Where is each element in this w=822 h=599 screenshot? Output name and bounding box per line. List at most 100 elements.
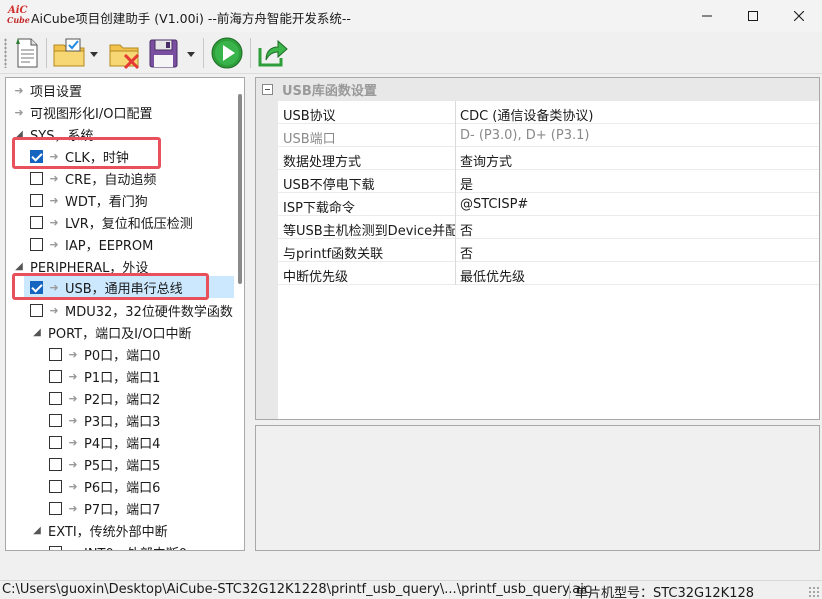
- toolbar-grip[interactable]: [4, 38, 7, 68]
- tree-item-mdu32[interactable]: ➜ MDU32，32位硬件数学函数: [30, 299, 233, 321]
- checkbox-mdu32[interactable]: [30, 303, 43, 317]
- resize-grip[interactable]: [808, 586, 820, 598]
- tree-item-int0[interactable]: ➜ INT0，外部中断0: [49, 541, 187, 550]
- tree-item-label: WDT，看门狗: [65, 194, 148, 210]
- property-value[interactable]: 否: [460, 220, 473, 239]
- collapse-icon[interactable]: [262, 84, 273, 95]
- open-project-button[interactable]: [52, 36, 98, 70]
- property-name: 数据处理方式: [283, 155, 362, 170]
- window-title: AiCube项目创建助手 (V1.00i) --前海方舟智能开发系统--: [31, 11, 351, 26]
- tree-leaf-arrow-icon: ➜: [49, 237, 59, 251]
- tree-item-io-config[interactable]: ➜ 可视图形化I/O口配置: [12, 101, 152, 123]
- tree-item-label: LVR，复位和低压检测: [65, 216, 193, 232]
- property-grid[interactable]: USB库函数设置 USB协议 CDC (通信设备类协议) USB端口 D- (P…: [255, 77, 820, 420]
- close-icon: [794, 11, 804, 21]
- tree-leaf-arrow-icon: ➜: [68, 501, 78, 515]
- tree-leaf-arrow-icon: ➜: [68, 457, 78, 471]
- checkbox-p4[interactable]: [49, 435, 62, 449]
- checkbox-p3[interactable]: [49, 413, 62, 427]
- maximize-button[interactable]: [730, 0, 776, 32]
- tree-item-p5[interactable]: ➜ P5口，端口5: [49, 453, 160, 475]
- tree-group-exti[interactable]: ◢ EXTI，传统外部中断: [30, 519, 168, 541]
- checkbox-p0[interactable]: [49, 347, 62, 361]
- tree-item-iap[interactable]: ➜ IAP，EEPROM: [30, 233, 153, 255]
- tree-item-p1[interactable]: ➜ P1口，端口1: [49, 365, 160, 387]
- tree-item-label: P3口，端口3: [84, 414, 161, 430]
- checkbox-iap[interactable]: [30, 237, 43, 251]
- tree-item-label: P4口，端口4: [84, 436, 161, 452]
- minimize-button[interactable]: [684, 0, 730, 32]
- tree-item-label: 项目设置: [30, 84, 83, 100]
- tree-item-p3[interactable]: ➜ P3口，端口3: [49, 409, 160, 431]
- expand-arrow-icon[interactable]: ◢: [12, 261, 26, 272]
- new-project-button[interactable]: [12, 36, 42, 70]
- checkbox-p1[interactable]: [49, 369, 62, 383]
- property-category[interactable]: USB库函数设置: [256, 78, 819, 101]
- checkbox-int0[interactable]: [49, 545, 62, 550]
- save-button[interactable]: [147, 36, 197, 70]
- checkbox-lvr[interactable]: [30, 215, 43, 229]
- property-row-usb-port[interactable]: USB端口 D- (P3.0), D+ (P3.1): [278, 124, 819, 147]
- property-value[interactable]: @STCISP#: [460, 197, 528, 212]
- export-icon: [258, 39, 288, 67]
- property-value[interactable]: 是: [460, 174, 473, 193]
- close-project-button[interactable]: [108, 36, 142, 70]
- tree-leaf-arrow-icon: ➜: [68, 479, 78, 493]
- checkbox-p5[interactable]: [49, 457, 62, 471]
- property-row-wait-host[interactable]: 等USB主机检测到Device并配置完成 否: [278, 216, 819, 239]
- highlight-box-usb: [12, 273, 209, 300]
- tree-item-p0[interactable]: ➜ P0口，端口0: [49, 343, 160, 365]
- status-bar: C:\Users\guoxin\Desktop\AiCube-STC32G12K…: [0, 580, 822, 599]
- property-value[interactable]: CDC (通信设备类协议): [460, 105, 593, 124]
- checkbox-p7[interactable]: [49, 501, 62, 515]
- property-row-irq-priority[interactable]: 中断优先级 最低优先级: [278, 262, 819, 285]
- run-button[interactable]: [209, 36, 245, 70]
- checkbox-wdt[interactable]: [30, 193, 43, 207]
- tree-item-lvr[interactable]: ➜ LVR，复位和低压检测: [30, 211, 193, 233]
- checkbox-p2[interactable]: [49, 391, 62, 405]
- close-button[interactable]: [776, 0, 822, 32]
- tree-group-port[interactable]: ◢ PORT，端口及I/O口中断: [30, 321, 191, 343]
- property-row-usb-download[interactable]: USB不停电下载 是: [278, 170, 819, 193]
- chevron-down-icon[interactable]: [187, 52, 195, 57]
- toolbar-separator: [203, 38, 204, 68]
- tree-item-p6[interactable]: ➜ P6口，端口6: [49, 475, 160, 497]
- tree-item-label: P6口，端口6: [84, 480, 161, 496]
- minimize-icon: [702, 15, 712, 17]
- tree-leaf-arrow-icon: ➜: [68, 369, 78, 383]
- expand-arrow-icon[interactable]: ◢: [30, 525, 44, 536]
- tree-leaf-arrow-icon: ➜: [14, 83, 24, 97]
- property-value[interactable]: 最低优先级: [460, 266, 525, 285]
- property-row-isp-command[interactable]: ISP下载命令 @STCISP#: [278, 193, 819, 216]
- status-mcu-model: 单片机型号：STC32G12K128: [575, 586, 755, 599]
- export-button[interactable]: [256, 36, 290, 70]
- status-separator: [569, 583, 570, 599]
- property-row-printf[interactable]: 与printf函数关联 否: [278, 239, 819, 262]
- tree-item-p2[interactable]: ➜ P2口，端口2: [49, 387, 160, 409]
- chevron-down-icon[interactable]: [90, 52, 98, 57]
- property-name: ISP下载命令: [283, 201, 355, 216]
- property-description-panel: [255, 425, 820, 551]
- tree-leaf-arrow-icon: ➜: [68, 347, 78, 361]
- logo-text-bottom: Cube: [7, 15, 30, 25]
- property-value[interactable]: 查询方式: [460, 151, 512, 170]
- property-gutter: [256, 101, 278, 419]
- checkbox-cre[interactable]: [30, 171, 43, 185]
- tree-scrollbar[interactable]: [235, 78, 244, 550]
- property-row-data-mode[interactable]: 数据处理方式 查询方式: [278, 147, 819, 170]
- tree-scrollbar-thumb[interactable]: [238, 94, 242, 284]
- property-column-divider[interactable]: [455, 101, 456, 285]
- tree-item-wdt[interactable]: ➜ WDT，看门狗: [30, 189, 148, 211]
- tree-item-p7[interactable]: ➜ P7口，端口7: [49, 497, 160, 519]
- property-name: 等USB主机检测到Device并配置完成: [283, 224, 455, 239]
- property-value[interactable]: 否: [460, 243, 473, 262]
- tree-item-label: 可视图形化I/O口配置: [30, 106, 153, 122]
- tree-leaf-arrow-icon: ➜: [14, 105, 24, 119]
- property-row-usb-protocol[interactable]: USB协议 CDC (通信设备类协议): [278, 101, 819, 124]
- tree-item-cre[interactable]: ➜ CRE，自动追频: [30, 167, 156, 189]
- property-name: USB协议: [283, 109, 336, 124]
- tree-item-project-settings[interactable]: ➜ 项目设置: [12, 79, 82, 101]
- expand-arrow-icon[interactable]: ◢: [30, 327, 44, 338]
- tree-item-p4[interactable]: ➜ P4口，端口4: [49, 431, 160, 453]
- checkbox-p6[interactable]: [49, 479, 62, 493]
